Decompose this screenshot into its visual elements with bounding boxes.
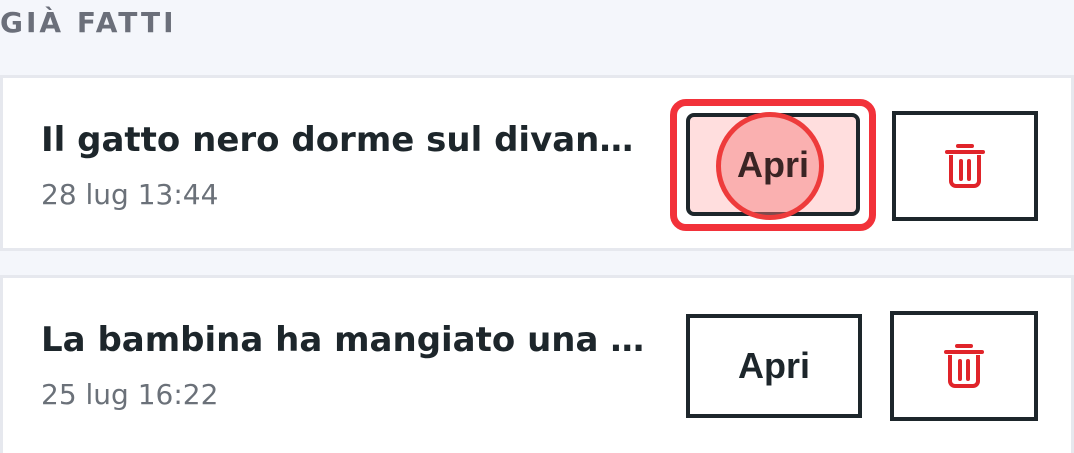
- item-title: La bambina ha mangiato una mela…: [41, 320, 651, 360]
- delete-button[interactable]: [890, 311, 1038, 421]
- delete-button[interactable]: [892, 111, 1038, 221]
- item-title: Il gatto nero dorme sul divano…: [41, 120, 651, 160]
- open-button-label: Apri: [737, 143, 809, 185]
- open-button-label: Apri: [738, 345, 810, 386]
- open-button[interactable]: Apri: [686, 113, 860, 216]
- item-date: 25 lug 16:22: [41, 378, 219, 411]
- list-item: Il gatto nero dorme sul divano… 28 lug 1…: [0, 75, 1074, 251]
- open-button[interactable]: Apri: [686, 314, 862, 418]
- item-date: 28 lug 13:44: [41, 178, 219, 211]
- list-item: La bambina ha mangiato una mela… 25 lug …: [0, 275, 1074, 453]
- trash-icon: [944, 344, 984, 388]
- section-title: GIÀ FATTI: [0, 6, 177, 39]
- trash-icon: [945, 144, 985, 188]
